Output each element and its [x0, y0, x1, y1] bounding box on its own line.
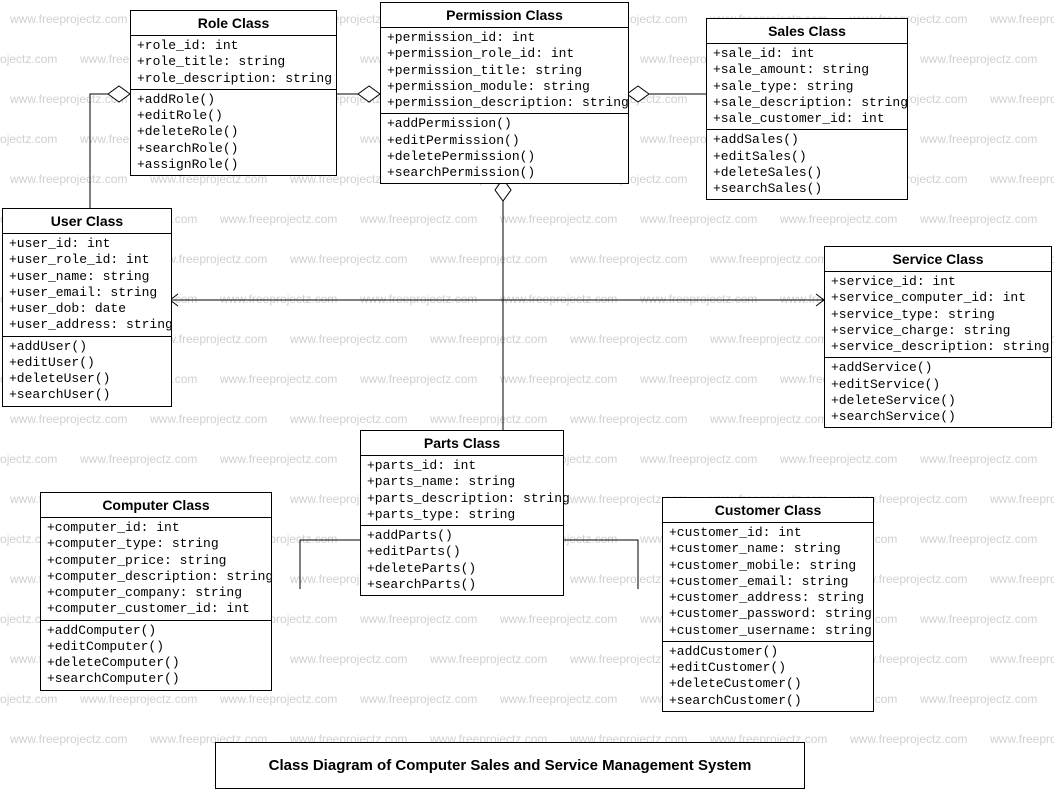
watermark-text: www.freeprojectz.com: [10, 12, 127, 26]
watermark-text: www.freeprojectz.com: [500, 612, 617, 626]
watermark-text: www.freeprojectz.com: [570, 332, 687, 346]
class-sales-attrs: +sale_id: int +sale_amount: string +sale…: [707, 44, 907, 130]
watermark-text: www.freeprojectz.com: [360, 372, 477, 386]
watermark-text: www.freeprojectz.com: [500, 292, 617, 306]
watermark-text: www.freeprojectz.com: [360, 612, 477, 626]
watermark-text: www.freeprojectz.com: [920, 52, 1037, 66]
class-parts: Parts Class +parts_id: int +parts_name: …: [360, 430, 564, 596]
watermark-text: www.freeprojectz.com: [290, 652, 407, 666]
watermark-text: www.freeprojectz.com: [360, 212, 477, 226]
watermark-text: www.freeprojectz.com: [80, 452, 197, 466]
watermark-text: www.freeprojectz.com: [220, 372, 337, 386]
class-permission-methods: +addPermission() +editPermission() +dele…: [381, 114, 628, 183]
watermark-text: www.freeprojectz.com: [990, 92, 1054, 106]
watermark-text: www.freeprojectz.com: [430, 252, 547, 266]
class-role: Role Class +role_id: int +role_title: st…: [130, 10, 337, 176]
caption-text: Class Diagram of Computer Sales and Serv…: [269, 757, 752, 774]
class-customer: Customer Class +customer_id: int +custom…: [662, 497, 874, 712]
watermark-text: www.freeprojectz.com: [780, 452, 897, 466]
class-computer: Computer Class +computer_id: int +comput…: [40, 492, 272, 691]
watermark-text: www.freeprojectz.com: [990, 492, 1054, 506]
watermark-text: www.freeprojectz.com: [0, 452, 57, 466]
watermark-text: www.freeprojectz.com: [10, 172, 127, 186]
watermark-text: www.freeprojectz.com: [290, 332, 407, 346]
watermark-text: www.freeprojectz.com: [920, 212, 1037, 226]
class-customer-attrs: +customer_id: int +customer_name: string…: [663, 523, 873, 642]
class-computer-title: Computer Class: [41, 493, 271, 518]
watermark-text: www.freeprojectz.com: [500, 692, 617, 706]
watermark-text: www.freeprojectz.com: [80, 692, 197, 706]
watermark-text: www.freeprojectz.com: [220, 452, 337, 466]
watermark-text: www.freeprojectz.com: [0, 692, 57, 706]
watermark-text: www.freeprojectz.com: [920, 452, 1037, 466]
class-permission: Permission Class +permission_id: int +pe…: [380, 2, 629, 184]
class-user-methods: +addUser() +editUser() +deleteUser() +se…: [3, 337, 171, 406]
watermark-text: www.freeprojectz.com: [990, 12, 1054, 26]
watermark-text: www.freeprojectz.com: [430, 652, 547, 666]
watermark-text: www.freeprojectz.com: [10, 412, 127, 426]
class-customer-title: Customer Class: [663, 498, 873, 523]
watermark-text: www.freeprojectz.com: [430, 332, 547, 346]
class-parts-attrs: +parts_id: int +parts_name: string +part…: [361, 456, 563, 526]
watermark-text: www.freeprojectz.com: [920, 612, 1037, 626]
class-computer-attrs: +computer_id: int +computer_type: string…: [41, 518, 271, 621]
watermark-text: www.freeprojectz.com: [640, 292, 757, 306]
watermark-text: www.freeprojectz.com: [850, 732, 967, 746]
watermark-text: www.freeprojectz.com: [710, 332, 827, 346]
class-service-title: Service Class: [825, 247, 1051, 272]
watermark-text: www.freeprojectz.com: [500, 372, 617, 386]
watermark-text: www.freeprojectz.com: [640, 372, 757, 386]
watermark-text: www.freeprojectz.com: [920, 132, 1037, 146]
watermark-text: www.freeprojectz.com: [360, 292, 477, 306]
watermark-text: www.freeprojectz.com: [0, 52, 57, 66]
class-user: User Class +user_id: int +user_role_id: …: [2, 208, 172, 407]
watermark-text: www.freeprojectz.com: [430, 412, 547, 426]
class-role-title: Role Class: [131, 11, 336, 36]
watermark-text: www.freeprojectz.com: [0, 132, 57, 146]
class-user-attrs: +user_id: int +user_role_id: int +user_n…: [3, 234, 171, 337]
watermark-text: www.freeprojectz.com: [990, 572, 1054, 586]
watermark-text: www.freeprojectz.com: [360, 692, 477, 706]
watermark-text: www.freeprojectz.com: [290, 252, 407, 266]
watermark-text: www.freeprojectz.com: [220, 212, 337, 226]
class-parts-methods: +addParts() +editParts() +deleteParts() …: [361, 526, 563, 595]
watermark-text: www.freeprojectz.com: [710, 252, 827, 266]
class-user-title: User Class: [3, 209, 171, 234]
watermark-text: www.freeprojectz.com: [500, 212, 617, 226]
class-role-methods: +addRole() +editRole() +deleteRole() +se…: [131, 90, 336, 175]
watermark-text: www.freeprojectz.com: [10, 92, 127, 106]
class-permission-title: Permission Class: [381, 3, 628, 28]
watermark-text: www.freeprojectz.com: [780, 212, 897, 226]
watermark-text: www.freeprojectz.com: [990, 172, 1054, 186]
watermark-text: www.freeprojectz.com: [920, 532, 1037, 546]
class-parts-title: Parts Class: [361, 431, 563, 456]
class-permission-attrs: +permission_id: int +permission_role_id:…: [381, 28, 628, 114]
class-role-attrs: +role_id: int +role_title: string +role_…: [131, 36, 336, 90]
diagram-caption: Class Diagram of Computer Sales and Serv…: [215, 742, 805, 789]
watermark-text: www.freeprojectz.com: [290, 412, 407, 426]
watermark-text: www.freeprojectz.com: [710, 412, 827, 426]
watermark-text: www.freeprojectz.com: [990, 652, 1054, 666]
watermark-text: www.freeprojectz.com: [640, 452, 757, 466]
watermark-text: www.freeprojectz.com: [570, 252, 687, 266]
watermark-text: www.freeprojectz.com: [570, 412, 687, 426]
class-computer-methods: +addComputer() +editComputer() +deleteCo…: [41, 621, 271, 690]
class-sales-methods: +addSales() +editSales() +deleteSales() …: [707, 130, 907, 199]
class-sales-title: Sales Class: [707, 19, 907, 44]
class-customer-methods: +addCustomer() +editCustomer() +deleteCu…: [663, 642, 873, 711]
class-sales: Sales Class +sale_id: int +sale_amount: …: [706, 18, 908, 200]
class-service: Service Class +service_id: int +service_…: [824, 246, 1052, 428]
watermark-text: www.freeprojectz.com: [220, 692, 337, 706]
watermark-text: www.freeprojectz.com: [150, 412, 267, 426]
watermark-text: www.freeprojectz.com: [990, 732, 1054, 746]
class-service-attrs: +service_id: int +service_computer_id: i…: [825, 272, 1051, 358]
watermark-text: www.freeprojectz.com: [920, 692, 1037, 706]
class-service-methods: +addService() +editService() +deleteServ…: [825, 358, 1051, 427]
watermark-text: www.freeprojectz.com: [640, 212, 757, 226]
watermark-text: www.freeprojectz.com: [10, 732, 127, 746]
watermark-text: www.freeprojectz.com: [220, 292, 337, 306]
